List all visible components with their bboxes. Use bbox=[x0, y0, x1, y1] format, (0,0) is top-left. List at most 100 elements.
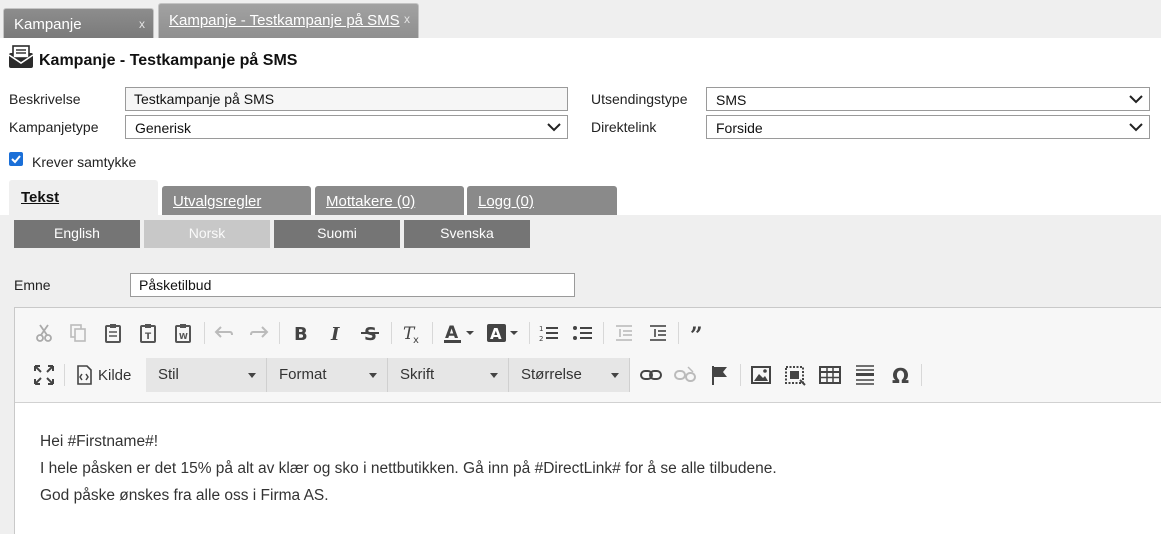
italic-icon[interactable]: I bbox=[323, 321, 347, 345]
tab-utvalgsregler[interactable]: Utvalgsregler bbox=[162, 186, 311, 215]
blockquote-icon[interactable]: ” bbox=[687, 321, 711, 345]
strikethrough-icon[interactable]: S bbox=[358, 321, 382, 345]
tab-logg[interactable]: Logg (0) bbox=[467, 186, 617, 215]
samtykke-label: Krever samtykke bbox=[32, 154, 137, 170]
svg-text:A: A bbox=[490, 325, 502, 343]
samtykke-checkbox[interactable] bbox=[9, 152, 23, 166]
image-icon[interactable] bbox=[749, 363, 773, 387]
paste-word-icon[interactable]: W bbox=[171, 321, 195, 345]
tab-label: Logg (0) bbox=[478, 193, 534, 210]
window-tab-kampanje[interactable]: Kampanje x bbox=[3, 8, 154, 38]
toolbar-separator bbox=[603, 322, 604, 344]
svg-text:W: W bbox=[179, 332, 188, 341]
anchor-flag-icon[interactable] bbox=[708, 363, 732, 387]
window-tab-bar: Kampanje x Kampanje - Testkampanje på SM… bbox=[0, 0, 1161, 38]
toolbar-separator bbox=[432, 322, 433, 344]
remove-format-icon[interactable]: Tx bbox=[399, 321, 423, 345]
toolbar-separator bbox=[64, 364, 65, 386]
copy-icon[interactable] bbox=[66, 321, 90, 345]
source-label[interactable]: Kilde bbox=[98, 367, 131, 384]
svg-text:T: T bbox=[145, 332, 152, 342]
window-tab-testkampanje[interactable]: Kampanje - Testkampanje på SMS x bbox=[158, 3, 419, 38]
special-character-icon[interactable]: Ω bbox=[889, 363, 913, 387]
combo-label: Størrelse bbox=[521, 366, 582, 383]
bullet-list-icon[interactable] bbox=[571, 321, 595, 345]
caret-down-icon bbox=[611, 373, 619, 378]
maximize-icon[interactable] bbox=[32, 363, 56, 387]
direktelink-value: Forside bbox=[716, 120, 763, 136]
style-combo[interactable]: Stil bbox=[146, 358, 267, 392]
emne-input[interactable]: Påsketilbud bbox=[130, 273, 575, 297]
lang-tab-suomi[interactable]: Suomi bbox=[274, 220, 400, 248]
caret-down-icon bbox=[369, 373, 377, 378]
toolbar-separator bbox=[921, 364, 922, 386]
text-color-icon[interactable]: A bbox=[443, 321, 477, 345]
close-icon[interactable]: x bbox=[404, 12, 410, 26]
kampanjetype-value: Generisk bbox=[135, 120, 192, 136]
svg-text:1: 1 bbox=[539, 325, 543, 333]
numbered-list-icon[interactable]: 12 bbox=[537, 321, 561, 345]
outdent-icon[interactable] bbox=[612, 321, 636, 345]
paste-icon[interactable] bbox=[101, 321, 125, 345]
format-combo[interactable]: Format bbox=[267, 358, 388, 392]
close-icon[interactable]: x bbox=[139, 17, 145, 31]
lang-tab-english[interactable]: English bbox=[14, 220, 140, 248]
chevron-down-icon bbox=[1129, 95, 1143, 104]
tab-tekst[interactable]: Tekst bbox=[9, 180, 158, 215]
svg-text:”: ” bbox=[690, 323, 703, 345]
caret-down-icon bbox=[490, 373, 498, 378]
toolbar-separator bbox=[740, 364, 741, 386]
svg-text:x: x bbox=[413, 335, 419, 345]
beskrivelse-input[interactable]: Testkampanje på SMS bbox=[125, 87, 568, 111]
svg-text:S: S bbox=[364, 324, 377, 345]
chevron-down-icon bbox=[547, 123, 561, 132]
tab-mottakere[interactable]: Mottakere (0) bbox=[315, 186, 464, 215]
combo-label: Stil bbox=[158, 366, 179, 383]
tab-label: Mottakere (0) bbox=[326, 193, 416, 210]
utsendingstype-value: SMS bbox=[716, 92, 747, 108]
toolbar-separator bbox=[678, 322, 679, 344]
lang-tab-norsk[interactable]: Norsk bbox=[144, 220, 270, 248]
horizontal-rule-icon[interactable] bbox=[853, 363, 877, 387]
utsendingstype-label: Utsendingstype bbox=[591, 91, 688, 107]
tab-label: Tekst bbox=[21, 189, 60, 206]
editor-toolbar: T W B I S Tx A A 12 ” Kilde Stil Format … bbox=[15, 308, 1161, 403]
tab-label: Utvalgsregler bbox=[173, 193, 262, 210]
size-combo[interactable]: Størrelse bbox=[509, 358, 630, 392]
kampanjetype-select[interactable]: Generisk bbox=[125, 115, 568, 139]
svg-text:Ω: Ω bbox=[892, 364, 909, 387]
table-icon[interactable] bbox=[818, 363, 842, 387]
link-icon[interactable] bbox=[639, 363, 663, 387]
combo-label: Skrift bbox=[400, 366, 435, 383]
caret-down-icon bbox=[248, 373, 256, 378]
lang-tab-svenska[interactable]: Svenska bbox=[404, 220, 530, 248]
svg-text:B: B bbox=[294, 324, 308, 345]
font-combo[interactable]: Skrift bbox=[388, 358, 509, 392]
svg-text:2: 2 bbox=[539, 335, 543, 343]
undo-icon[interactable] bbox=[212, 321, 236, 345]
paste-text-icon[interactable]: T bbox=[136, 321, 160, 345]
direktelink-select[interactable]: Forside bbox=[706, 115, 1150, 139]
chevron-down-icon bbox=[1129, 123, 1143, 132]
utsendingstype-select[interactable]: SMS bbox=[706, 87, 1150, 111]
kampanjetype-label: Kampanjetype bbox=[9, 119, 99, 135]
cut-icon[interactable] bbox=[32, 321, 56, 345]
check-icon bbox=[11, 155, 21, 164]
background-color-icon[interactable]: A bbox=[486, 321, 520, 345]
redo-icon[interactable] bbox=[247, 321, 271, 345]
page-title: Kampanje - Testkampanje på SMS bbox=[39, 52, 298, 69]
editor-content[interactable]: Hei #Firstname#! I hele påsken er det 15… bbox=[15, 403, 1161, 534]
toolbar-separator bbox=[529, 322, 530, 344]
emne-label: Emne bbox=[14, 277, 51, 293]
window-tab-label: Kampanje - Testkampanje på SMS bbox=[169, 12, 400, 29]
window-tab-label: Kampanje bbox=[14, 16, 82, 33]
editor-line: I hele påsken er det 15% på alt av klær … bbox=[40, 460, 777, 477]
unlink-icon[interactable] bbox=[673, 363, 697, 387]
source-icon[interactable] bbox=[72, 363, 96, 387]
rich-text-editor: T W B I S Tx A A 12 ” Kilde Stil Format … bbox=[14, 307, 1161, 534]
campaign-envelope-icon bbox=[8, 45, 34, 68]
editor-line: Hei #Firstname#! bbox=[40, 433, 159, 450]
indent-icon[interactable] bbox=[646, 321, 670, 345]
iframe-icon[interactable] bbox=[783, 363, 807, 387]
bold-icon[interactable]: B bbox=[288, 321, 312, 345]
